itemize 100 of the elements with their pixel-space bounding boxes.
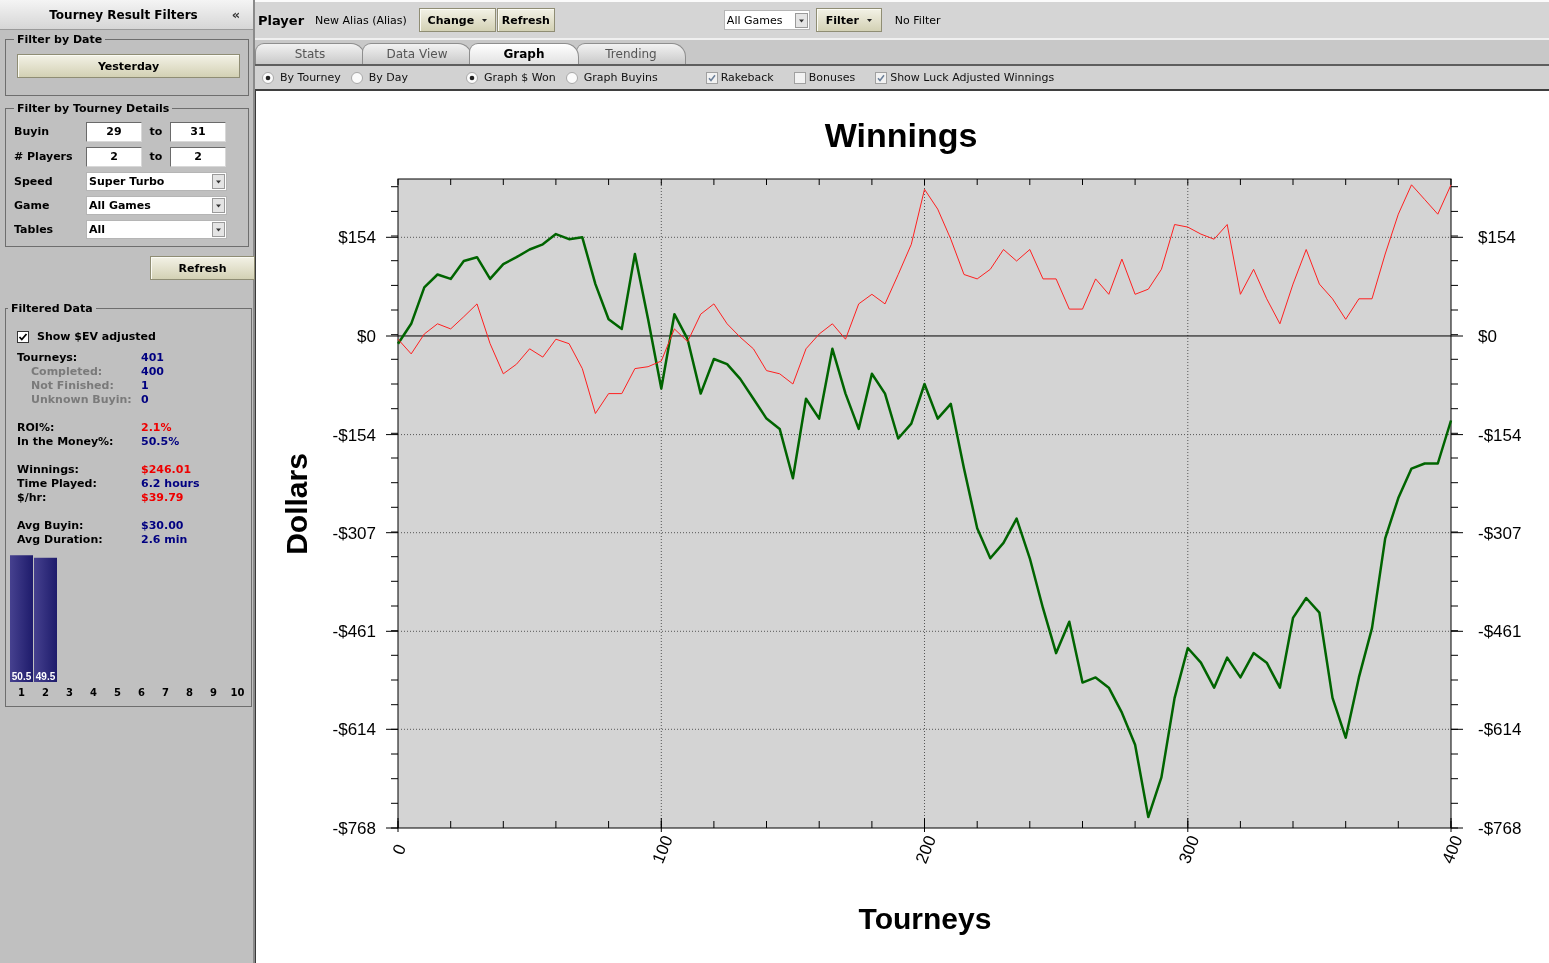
stat-label: Completed: bbox=[30, 364, 104, 378]
game-select[interactable]: All Games bbox=[723, 10, 810, 30]
filter-status: No Filter bbox=[894, 14, 941, 27]
y-tick-label: -$154 bbox=[332, 425, 376, 445]
x-tick-label: 400 bbox=[1438, 832, 1467, 867]
player-label: Player bbox=[258, 12, 305, 28]
y-tick-label: $154 bbox=[1478, 228, 1516, 248]
checkbox[interactable] bbox=[793, 71, 806, 84]
radio-button[interactable] bbox=[565, 71, 578, 84]
stat-label: $/hr: bbox=[17, 490, 48, 504]
category-label: 10 bbox=[230, 687, 245, 698]
radio-button[interactable] bbox=[262, 71, 274, 84]
category-label: 8 bbox=[186, 687, 193, 698]
checkbox-label[interactable]: Show Luck Adjusted Winnings bbox=[890, 71, 1055, 84]
dropdown-select[interactable]: All bbox=[86, 219, 227, 239]
range-from-input[interactable]: 2 bbox=[86, 146, 142, 167]
field-label: Buyin bbox=[14, 125, 50, 138]
range-to-input[interactable]: 2 bbox=[170, 146, 226, 167]
checkbox[interactable] bbox=[875, 71, 888, 84]
range-to-input[interactable]: 31 bbox=[170, 121, 226, 142]
radio-button[interactable] bbox=[350, 71, 363, 84]
group-legend: Filtered Data bbox=[8, 302, 96, 315]
stat-value: $246.01 bbox=[141, 462, 192, 476]
stat-value: 2.1% bbox=[141, 420, 172, 434]
refresh-button[interactable]: Refresh bbox=[496, 8, 555, 32]
checkbox-label[interactable]: Rakeback bbox=[720, 71, 774, 84]
category-label: 1 bbox=[18, 687, 25, 698]
range-separator: to bbox=[148, 150, 164, 163]
dropdown-select[interactable]: Super Turbo bbox=[86, 171, 227, 191]
x-axis-title: Tourneys bbox=[858, 902, 992, 935]
checkbox-label[interactable]: Bonuses bbox=[808, 71, 856, 84]
checkbox-label[interactable]: Show $EV adjusted bbox=[37, 330, 156, 343]
stat-value: 0 bbox=[141, 392, 149, 406]
x-tick-label: 300 bbox=[1175, 832, 1204, 867]
y-axis-title: Dollars bbox=[280, 453, 313, 555]
radio-button[interactable] bbox=[465, 71, 478, 84]
player-name: New Alias (Alias) bbox=[315, 13, 407, 27]
change-button[interactable]: Change bbox=[418, 8, 496, 32]
group-legend: Filter by Date bbox=[14, 33, 106, 46]
stat-value: 50.5% bbox=[141, 434, 180, 448]
category-label: 3 bbox=[66, 687, 73, 698]
field-label: Game bbox=[14, 198, 51, 212]
checkbox[interactable] bbox=[705, 71, 718, 84]
radio-label[interactable]: By Day bbox=[368, 71, 408, 84]
stat-label: In the Money%: bbox=[17, 434, 115, 448]
category-label: 6 bbox=[138, 687, 145, 698]
chart-title: Winnings bbox=[824, 116, 978, 154]
stat-label: Avg Duration: bbox=[17, 532, 104, 546]
y-tick-label: $0 bbox=[357, 326, 376, 346]
y-tick-label: -$307 bbox=[1478, 523, 1522, 543]
stat-label: Avg Buyin: bbox=[17, 518, 85, 532]
stat-value: 401 bbox=[141, 350, 164, 364]
y-tick-label: $0 bbox=[1478, 326, 1497, 346]
y-tick-label: -$307 bbox=[332, 523, 376, 543]
category-label: 9 bbox=[210, 687, 217, 698]
category-label: 2 bbox=[42, 687, 49, 698]
y-tick-label: -$614 bbox=[1478, 720, 1522, 740]
dropdown-select[interactable]: All Games bbox=[86, 195, 227, 215]
radio-label[interactable]: By Tourney bbox=[280, 71, 341, 84]
group-legend: Filter by Tourney Details bbox=[14, 102, 173, 115]
y-tick-label: -$768 bbox=[332, 819, 376, 838]
y-tick-label: -$461 bbox=[332, 622, 376, 642]
category-label: 4 bbox=[90, 687, 97, 698]
y-tick-label: -$614 bbox=[332, 720, 376, 740]
stat-label: Time Played: bbox=[17, 476, 98, 490]
stat-value: $39.79 bbox=[141, 490, 184, 504]
tab[interactable]: Data View bbox=[362, 43, 472, 64]
radio-label[interactable]: Graph Buyins bbox=[583, 71, 658, 84]
category-label: 5 bbox=[114, 687, 121, 698]
y-tick-label: -$461 bbox=[1478, 622, 1522, 642]
x-tick-label: 100 bbox=[648, 832, 677, 867]
sidebar-title: Tourney Result Filters bbox=[48, 7, 199, 22]
field-label: Speed bbox=[14, 174, 54, 188]
checkbox[interactable] bbox=[17, 330, 29, 343]
bar-value-label: 50.5 bbox=[11, 671, 32, 682]
tab[interactable]: Graph bbox=[469, 43, 579, 64]
stat-value: 2.6 min bbox=[141, 532, 188, 546]
radio-label[interactable]: Graph $ Won bbox=[483, 71, 556, 84]
x-tick-label: 0 bbox=[388, 841, 410, 858]
y-tick-label: -$154 bbox=[1478, 425, 1522, 445]
x-tick-label: 200 bbox=[911, 832, 940, 867]
tab[interactable]: Stats bbox=[255, 43, 365, 64]
field-label: # Players bbox=[14, 150, 74, 163]
category-label: 7 bbox=[162, 687, 169, 698]
range-separator: to bbox=[148, 125, 164, 138]
stat-value: 6.2 hours bbox=[141, 476, 200, 490]
stat-value: 1 bbox=[141, 378, 149, 392]
field-label: Tables bbox=[14, 222, 55, 236]
stat-label: Unknown Buyin: bbox=[30, 392, 133, 406]
tab[interactable]: Trending bbox=[576, 43, 686, 64]
y-tick-label: -$768 bbox=[1478, 819, 1522, 838]
collapse-button[interactable]: « bbox=[225, 7, 247, 22]
caret-icon bbox=[866, 18, 872, 22]
refresh-button[interactable]: Refresh bbox=[150, 256, 255, 280]
range-from-input[interactable]: 29 bbox=[86, 121, 142, 142]
stat-label: Not Finished: bbox=[30, 378, 115, 392]
stat-value: 400 bbox=[141, 364, 164, 378]
date-button[interactable]: Yesterday bbox=[17, 54, 240, 78]
filter-button[interactable]: Filter bbox=[815, 8, 882, 32]
bar-value-label: 49.5 bbox=[35, 671, 56, 682]
